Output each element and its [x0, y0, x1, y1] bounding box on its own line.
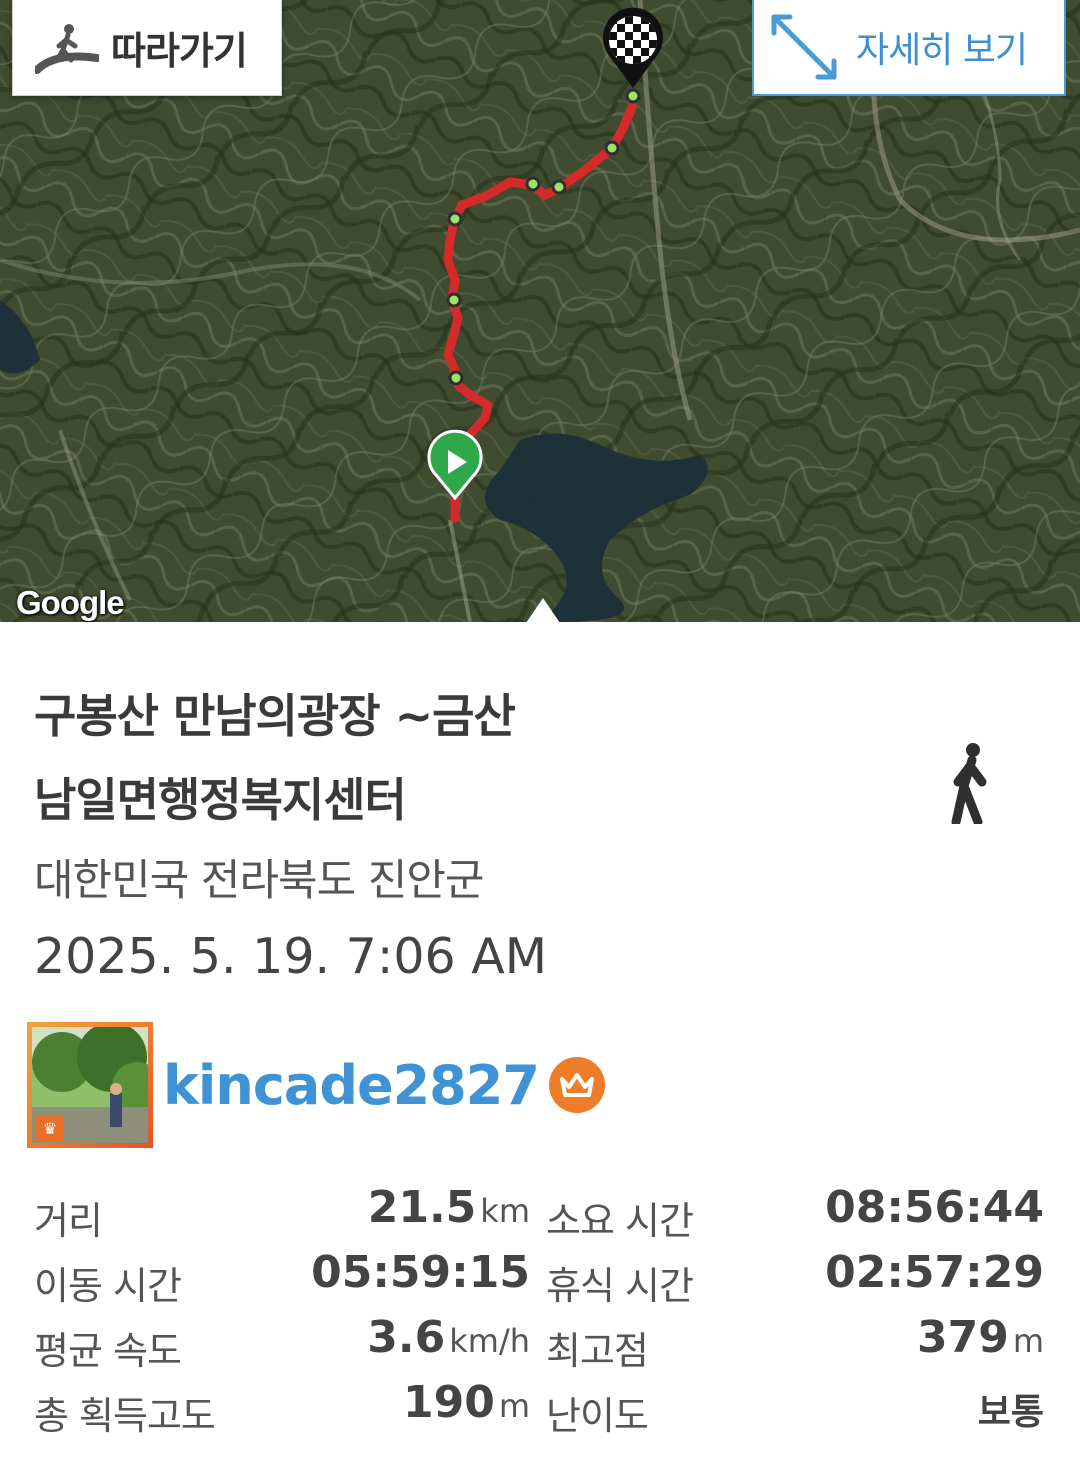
stat-row: 평균 속도 3.6 km/h 최고점 379 m: [0, 1312, 1080, 1378]
max-altitude-label: 최고점: [546, 1329, 649, 1373]
info-pointer: [526, 598, 560, 622]
avatar-crown-icon: ♛: [36, 1115, 64, 1141]
track-title: 구봉산 만남의광장 ~금산 남일면행정복지센터: [34, 674, 734, 842]
follow-label: 따라가기: [111, 29, 248, 73]
route-waypoints: [446, 88, 641, 386]
waypoint: [448, 370, 464, 386]
elevation-gain-label: 총 획득고도: [34, 1394, 216, 1438]
track-location: 대한민국 전라북도 진안군: [34, 856, 484, 906]
crown-icon: [548, 1057, 605, 1113]
rest-time-value: 02:57:29: [825, 1247, 1044, 1298]
moving-time-value: 05:59:15: [311, 1247, 530, 1298]
distance-value: 21.5 km: [367, 1182, 530, 1233]
start-marker: [427, 429, 483, 501]
user-row[interactable]: ♛ kincade2827: [27, 1022, 605, 1148]
avg-speed-value: 3.6 km/h: [367, 1312, 530, 1363]
map-view[interactable]: 따라가기 자세히 보기 Google: [0, 0, 1080, 622]
end-marker: [603, 7, 663, 88]
stat-row: 이동 시간 05:59:15 휴식 시간 02:57:29: [0, 1247, 1080, 1313]
stat-row: 거리 21.5 km 소요 시간 08:56:44: [0, 1182, 1080, 1248]
track-title-line2: 남일면행정복지센터: [34, 773, 407, 827]
elevation-gain-value: 190 m: [402, 1377, 530, 1428]
expand-icon: [771, 14, 837, 80]
max-altitude-value: 379 m: [916, 1312, 1044, 1363]
waypoint: [551, 179, 567, 195]
waypoint: [625, 88, 641, 104]
difficulty-label: 난이도: [546, 1394, 649, 1438]
total-time-label: 소요 시간: [546, 1199, 694, 1243]
avg-speed-label: 평균 속도: [34, 1329, 182, 1373]
walking-person-icon: [951, 743, 987, 824]
moving-time-label: 이동 시간: [34, 1264, 182, 1308]
avatar[interactable]: ♛: [27, 1022, 153, 1148]
distance-label: 거리: [34, 1199, 103, 1243]
track-datetime: 2025. 5. 19. 7:06 AM: [34, 928, 548, 985]
waypoint: [525, 176, 541, 192]
waypoint: [447, 211, 463, 227]
stat-row: 총 획득고도 190 m 난이도 보통: [0, 1377, 1080, 1443]
waypoint: [446, 292, 462, 308]
total-time-value: 08:56:44: [825, 1182, 1044, 1233]
view-details-button[interactable]: 자세히 보기: [752, 0, 1066, 96]
checkered-flag-icon: [609, 16, 657, 64]
username[interactable]: kincade2827: [163, 1054, 540, 1117]
view-details-label: 자세히 보기: [856, 30, 1028, 71]
difficulty-value: 보통: [977, 1392, 1044, 1433]
rest-time-label: 휴식 시간: [546, 1264, 694, 1308]
track-title-line1: 구봉산 만남의광장 ~금산: [34, 689, 516, 743]
google-logo: Google: [16, 584, 125, 621]
waypoint: [604, 140, 620, 156]
follow-button[interactable]: 따라가기: [12, 0, 282, 96]
hiker-path-icon: [35, 23, 99, 74]
track-info-panel: 구봉산 만남의광장 ~금산 남일면행정복지센터 대한민국 전라북도 진안군 20…: [0, 622, 1080, 1461]
